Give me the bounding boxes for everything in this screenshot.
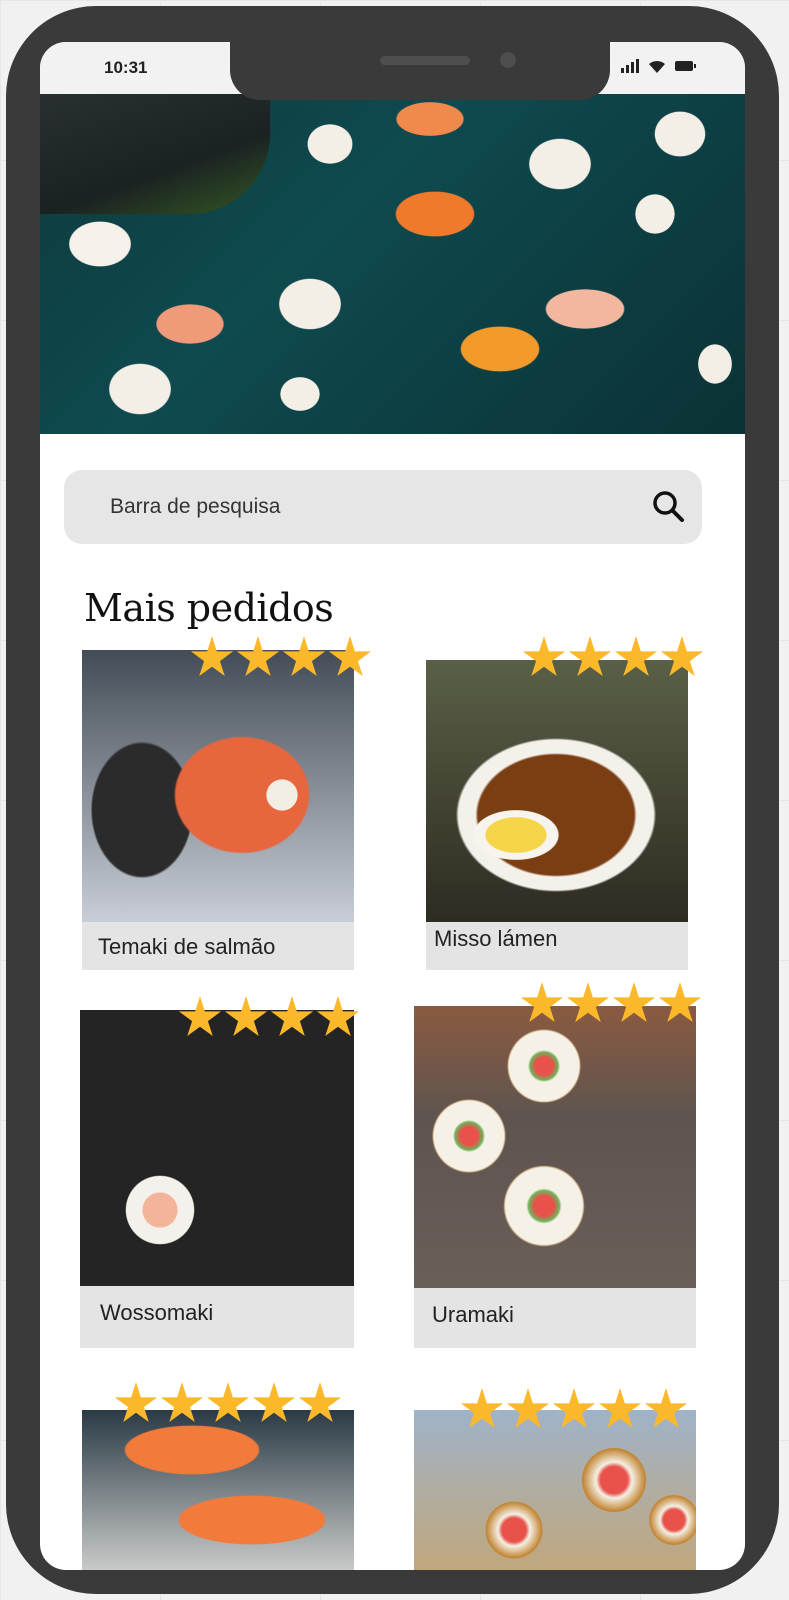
star-icon xyxy=(224,996,268,1037)
star-icon xyxy=(298,1382,342,1423)
speaker-grille xyxy=(380,56,470,65)
star-icon xyxy=(522,636,566,677)
product-label: Uramaki xyxy=(432,1302,514,1327)
product-image xyxy=(414,1410,696,1570)
status-time: 10:31 xyxy=(104,58,148,77)
star-icon xyxy=(114,1382,158,1423)
star-icon xyxy=(612,982,656,1023)
product-card-5[interactable] xyxy=(82,1410,354,1570)
star-icon xyxy=(190,636,234,677)
product-image xyxy=(82,650,354,922)
signal-icon xyxy=(621,59,639,73)
rating-stars xyxy=(522,636,704,680)
phone-screen: 10:31 Barra de pesquisa Mais pedidos Tem… xyxy=(40,42,745,1570)
star-icon xyxy=(316,996,360,1037)
star-icon xyxy=(506,1388,550,1429)
product-label: Wossomaki xyxy=(100,1300,214,1325)
star-icon xyxy=(520,982,564,1023)
product-card-uramaki[interactable]: Uramaki xyxy=(414,1006,696,1348)
hero-temaki-shape xyxy=(40,94,270,214)
star-icon xyxy=(206,1382,250,1423)
rating-stars xyxy=(520,982,702,1026)
search-bar[interactable]: Barra de pesquisa xyxy=(64,470,702,544)
wifi-icon xyxy=(649,60,665,73)
hero-banner-image xyxy=(40,94,745,434)
star-icon xyxy=(270,996,314,1037)
status-icons xyxy=(621,58,697,74)
star-icon xyxy=(568,636,612,677)
product-card-ramen[interactable]: Misso lámen xyxy=(426,660,688,970)
star-icon xyxy=(658,982,702,1023)
rating-stars xyxy=(178,996,360,1040)
product-image xyxy=(426,660,688,922)
star-icon xyxy=(236,636,280,677)
phone-frame: 10:31 Barra de pesquisa Mais pedidos Tem… xyxy=(6,6,779,1594)
star-icon xyxy=(282,636,326,677)
product-image xyxy=(82,1410,354,1570)
rating-stars xyxy=(460,1388,688,1432)
product-label: Misso lámen xyxy=(434,926,558,951)
star-icon xyxy=(598,1388,642,1429)
front-camera xyxy=(500,52,516,68)
star-icon xyxy=(160,1382,204,1423)
product-card-wossomaki[interactable]: Wossomaki xyxy=(80,1010,354,1348)
star-icon xyxy=(660,636,704,677)
star-icon xyxy=(252,1382,296,1423)
product-image xyxy=(414,1006,696,1288)
star-icon xyxy=(566,982,610,1023)
product-card-6[interactable] xyxy=(414,1410,696,1570)
rating-stars xyxy=(190,636,372,680)
section-title: Mais pedidos xyxy=(84,586,334,630)
star-icon xyxy=(178,996,222,1037)
star-icon xyxy=(614,636,658,677)
star-icon xyxy=(460,1388,504,1429)
product-image xyxy=(80,1010,354,1286)
star-icon xyxy=(552,1388,596,1429)
star-icon xyxy=(644,1388,688,1429)
star-icon xyxy=(328,636,372,677)
battery-icon xyxy=(675,61,696,71)
product-label: Temaki de salmão xyxy=(98,934,276,959)
rating-stars xyxy=(114,1382,342,1426)
search-input[interactable]: Barra de pesquisa xyxy=(110,495,280,519)
search-icon[interactable] xyxy=(650,488,686,524)
product-card-temaki[interactable]: Temaki de salmão xyxy=(82,650,354,970)
phone-notch xyxy=(230,42,610,100)
